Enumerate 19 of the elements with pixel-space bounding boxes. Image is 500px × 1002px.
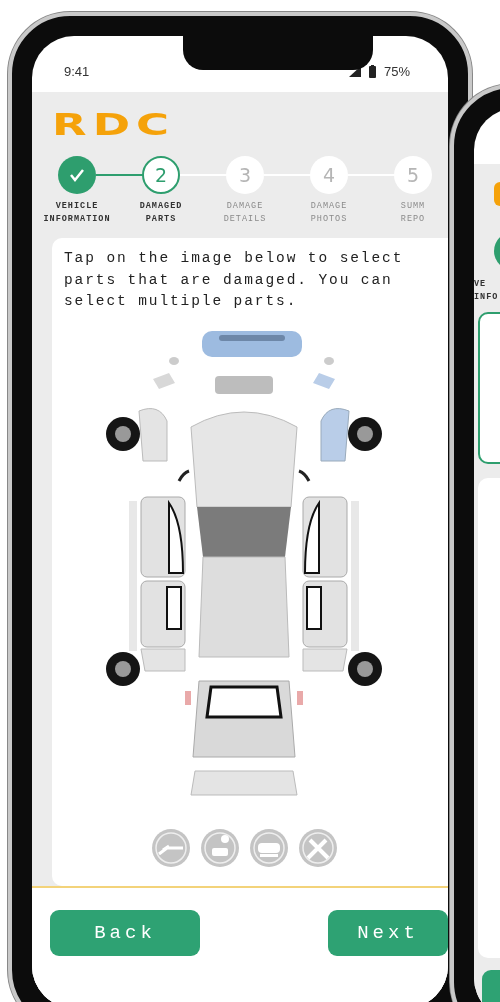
step-label: DAMAGED PARTS <box>139 200 183 226</box>
step-label: SUMM REPO <box>400 200 426 226</box>
step-label: VE INFO <box>474 278 500 304</box>
battery-percentage: 75% <box>383 63 410 79</box>
next-button[interactable]: Next <box>328 910 448 956</box>
status-time: 9:41 <box>64 63 90 79</box>
step-circle[interactable]: 2 <box>142 156 180 194</box>
battery-icon <box>368 64 376 78</box>
check-icon <box>69 168 85 182</box>
app-logo: RDC <box>52 110 176 140</box>
step-label: DAMAGE DETAILS <box>223 200 267 226</box>
step-circle[interactable]: 5 <box>394 156 432 194</box>
step-circle[interactable]: 3 <box>226 156 264 194</box>
step-circle[interactable]: 4 <box>310 156 348 194</box>
step-label: DAMAGE PHOTOS <box>310 200 348 226</box>
back-button[interactable]: Back <box>50 910 200 956</box>
step-label: VEHICLE INFORMATION <box>43 200 111 226</box>
step-circle[interactable] <box>58 156 96 194</box>
instruction-text: Tap on the image below to select parts that are damaged. You can select multiple parts. <box>64 249 405 311</box>
